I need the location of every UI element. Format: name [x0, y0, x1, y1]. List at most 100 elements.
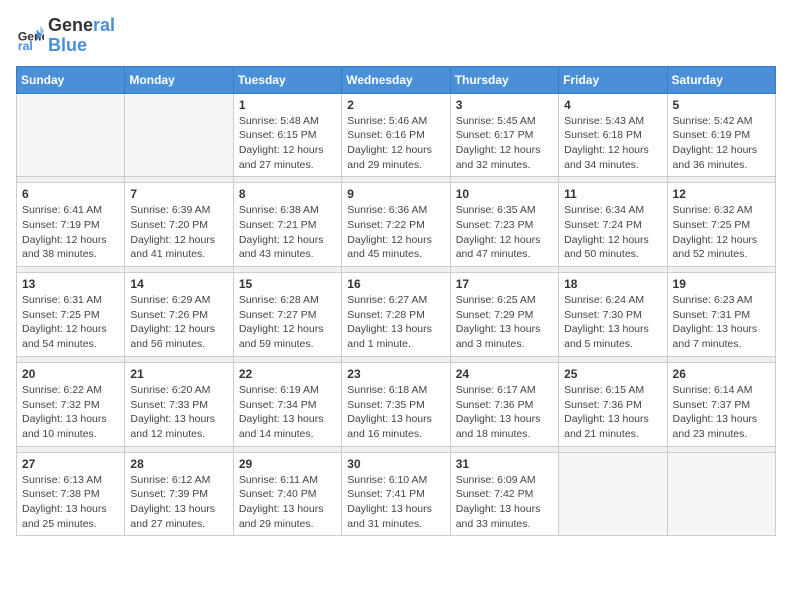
calendar-cell: 19 Sunrise: 6:23 AM Sunset: 7:31 PM Dayli… — [667, 273, 775, 357]
calendar-table: SundayMondayTuesdayWednesdayThursdayFrid… — [16, 66, 776, 537]
day-number: 16 — [347, 277, 444, 291]
calendar-cell: 17 Sunrise: 6:25 AM Sunset: 7:29 PM Dayli… — [450, 273, 558, 357]
calendar-cell — [125, 93, 233, 177]
day-info: Sunrise: 6:24 AM Sunset: 7:30 PM Dayligh… — [564, 293, 661, 352]
calendar-cell: 3Sunrise: 5:45 AM Sunset: 6:17 PM Daylig… — [450, 93, 558, 177]
day-number: 25 — [564, 367, 661, 381]
calendar-cell: 26 Sunrise: 6:14 AM Sunset: 7:37 PM Dayli… — [667, 362, 775, 446]
day-info: Sunrise: 6:36 AM Sunset: 7:22 PM Dayligh… — [347, 203, 444, 262]
calendar-cell: 9 Sunrise: 6:36 AM Sunset: 7:22 PM Daylig… — [342, 183, 450, 267]
day-number: 17 — [456, 277, 553, 291]
calendar-week-3: 13 Sunrise: 6:31 AM Sunset: 7:25 PM Dayli… — [17, 273, 776, 357]
day-info: Sunrise: 6:20 AM Sunset: 7:33 PM Dayligh… — [130, 383, 227, 442]
calendar-cell — [667, 452, 775, 536]
calendar-week-1: 1Sunrise: 5:48 AM Sunset: 6:15 PM Daylig… — [17, 93, 776, 177]
day-number: 27 — [22, 457, 119, 471]
calendar-cell: 30 Sunrise: 6:10 AM Sunset: 7:41 PM Dayli… — [342, 452, 450, 536]
day-info: Sunrise: 6:22 AM Sunset: 7:32 PM Dayligh… — [22, 383, 119, 442]
day-number: 6 — [22, 187, 119, 201]
day-info: Sunrise: 5:48 AM Sunset: 6:15 PM Dayligh… — [239, 114, 336, 173]
day-info: Sunrise: 6:41 AM Sunset: 7:19 PM Dayligh… — [22, 203, 119, 262]
calendar-cell: 24 Sunrise: 6:17 AM Sunset: 7:36 PM Dayli… — [450, 362, 558, 446]
day-info: Sunrise: 6:39 AM Sunset: 7:20 PM Dayligh… — [130, 203, 227, 262]
header-thursday: Thursday — [450, 66, 558, 93]
calendar-cell: 16 Sunrise: 6:27 AM Sunset: 7:28 PM Dayli… — [342, 273, 450, 357]
calendar-cell: 13 Sunrise: 6:31 AM Sunset: 7:25 PM Dayli… — [17, 273, 125, 357]
day-info: Sunrise: 6:31 AM Sunset: 7:25 PM Dayligh… — [22, 293, 119, 352]
calendar-cell: 7 Sunrise: 6:39 AM Sunset: 7:20 PM Daylig… — [125, 183, 233, 267]
calendar-cell: 22 Sunrise: 6:19 AM Sunset: 7:34 PM Dayli… — [233, 362, 341, 446]
svg-text:ral: ral — [18, 39, 33, 50]
calendar-cell: 27 Sunrise: 6:13 AM Sunset: 7:38 PM Dayli… — [17, 452, 125, 536]
day-info: Sunrise: 6:25 AM Sunset: 7:29 PM Dayligh… — [456, 293, 553, 352]
day-info: Sunrise: 6:27 AM Sunset: 7:28 PM Dayligh… — [347, 293, 444, 352]
day-number: 28 — [130, 457, 227, 471]
day-number: 19 — [673, 277, 770, 291]
day-info: Sunrise: 6:23 AM Sunset: 7:31 PM Dayligh… — [673, 293, 770, 352]
day-number: 29 — [239, 457, 336, 471]
day-info: Sunrise: 6:09 AM Sunset: 7:42 PM Dayligh… — [456, 473, 553, 532]
day-info: Sunrise: 6:13 AM Sunset: 7:38 PM Dayligh… — [22, 473, 119, 532]
calendar-cell: 1Sunrise: 5:48 AM Sunset: 6:15 PM Daylig… — [233, 93, 341, 177]
calendar-cell: 14 Sunrise: 6:29 AM Sunset: 7:26 PM Dayli… — [125, 273, 233, 357]
header-tuesday: Tuesday — [233, 66, 341, 93]
day-number: 7 — [130, 187, 227, 201]
header-wednesday: Wednesday — [342, 66, 450, 93]
calendar-cell: 23Sunrise: 6:18 AM Sunset: 7:35 PM Dayli… — [342, 362, 450, 446]
day-number: 31 — [456, 457, 553, 471]
calendar-cell: 18 Sunrise: 6:24 AM Sunset: 7:30 PM Dayli… — [559, 273, 667, 357]
day-number: 8 — [239, 187, 336, 201]
day-number: 22 — [239, 367, 336, 381]
calendar-week-5: 27 Sunrise: 6:13 AM Sunset: 7:38 PM Dayli… — [17, 452, 776, 536]
calendar-cell — [559, 452, 667, 536]
calendar-week-4: 20 Sunrise: 6:22 AM Sunset: 7:32 PM Dayli… — [17, 362, 776, 446]
calendar-cell: 4 Sunrise: 5:43 AM Sunset: 6:18 PM Daylig… — [559, 93, 667, 177]
logo: Gene ral GeneralBlue — [16, 16, 115, 56]
day-info: Sunrise: 6:35 AM Sunset: 7:23 PM Dayligh… — [456, 203, 553, 262]
day-number: 18 — [564, 277, 661, 291]
day-info: Sunrise: 6:29 AM Sunset: 7:26 PM Dayligh… — [130, 293, 227, 352]
calendar-cell: 5 Sunrise: 5:42 AM Sunset: 6:19 PM Daylig… — [667, 93, 775, 177]
day-number: 2 — [347, 98, 444, 112]
calendar-header-row: SundayMondayTuesdayWednesdayThursdayFrid… — [17, 66, 776, 93]
day-info: Sunrise: 6:17 AM Sunset: 7:36 PM Dayligh… — [456, 383, 553, 442]
calendar-cell: 6 Sunrise: 6:41 AM Sunset: 7:19 PM Daylig… — [17, 183, 125, 267]
day-number: 20 — [22, 367, 119, 381]
day-info: Sunrise: 5:43 AM Sunset: 6:18 PM Dayligh… — [564, 114, 661, 173]
calendar-cell: 10Sunrise: 6:35 AM Sunset: 7:23 PM Dayli… — [450, 183, 558, 267]
day-number: 24 — [456, 367, 553, 381]
day-info: Sunrise: 5:46 AM Sunset: 6:16 PM Dayligh… — [347, 114, 444, 173]
day-info: Sunrise: 6:38 AM Sunset: 7:21 PM Dayligh… — [239, 203, 336, 262]
calendar-cell: 25 Sunrise: 6:15 AM Sunset: 7:36 PM Dayli… — [559, 362, 667, 446]
calendar-cell: 15 Sunrise: 6:28 AM Sunset: 7:27 PM Dayli… — [233, 273, 341, 357]
calendar-cell: 20 Sunrise: 6:22 AM Sunset: 7:32 PM Dayli… — [17, 362, 125, 446]
day-number: 5 — [673, 98, 770, 112]
day-info: Sunrise: 5:42 AM Sunset: 6:19 PM Dayligh… — [673, 114, 770, 173]
day-info: Sunrise: 6:28 AM Sunset: 7:27 PM Dayligh… — [239, 293, 336, 352]
day-number: 14 — [130, 277, 227, 291]
day-number: 12 — [673, 187, 770, 201]
day-number: 11 — [564, 187, 661, 201]
calendar-cell: 2 Sunrise: 5:46 AM Sunset: 6:16 PM Daylig… — [342, 93, 450, 177]
calendar-cell: 11Sunrise: 6:34 AM Sunset: 7:24 PM Dayli… — [559, 183, 667, 267]
calendar-cell: 21 Sunrise: 6:20 AM Sunset: 7:33 PM Dayli… — [125, 362, 233, 446]
header-friday: Friday — [559, 66, 667, 93]
calendar-week-2: 6 Sunrise: 6:41 AM Sunset: 7:19 PM Daylig… — [17, 183, 776, 267]
day-number: 9 — [347, 187, 444, 201]
day-number: 26 — [673, 367, 770, 381]
day-number: 21 — [130, 367, 227, 381]
day-info: Sunrise: 6:14 AM Sunset: 7:37 PM Dayligh… — [673, 383, 770, 442]
day-number: 15 — [239, 277, 336, 291]
day-number: 23 — [347, 367, 444, 381]
day-info: Sunrise: 6:11 AM Sunset: 7:40 PM Dayligh… — [239, 473, 336, 532]
page-header: Gene ral GeneralBlue — [16, 16, 776, 56]
day-info: Sunrise: 6:19 AM Sunset: 7:34 PM Dayligh… — [239, 383, 336, 442]
header-monday: Monday — [125, 66, 233, 93]
day-info: Sunrise: 6:10 AM Sunset: 7:41 PM Dayligh… — [347, 473, 444, 532]
day-number: 4 — [564, 98, 661, 112]
logo-icon: Gene ral — [16, 22, 44, 50]
day-number: 30 — [347, 457, 444, 471]
day-info: Sunrise: 6:32 AM Sunset: 7:25 PM Dayligh… — [673, 203, 770, 262]
day-number: 13 — [22, 277, 119, 291]
day-info: Sunrise: 6:15 AM Sunset: 7:36 PM Dayligh… — [564, 383, 661, 442]
